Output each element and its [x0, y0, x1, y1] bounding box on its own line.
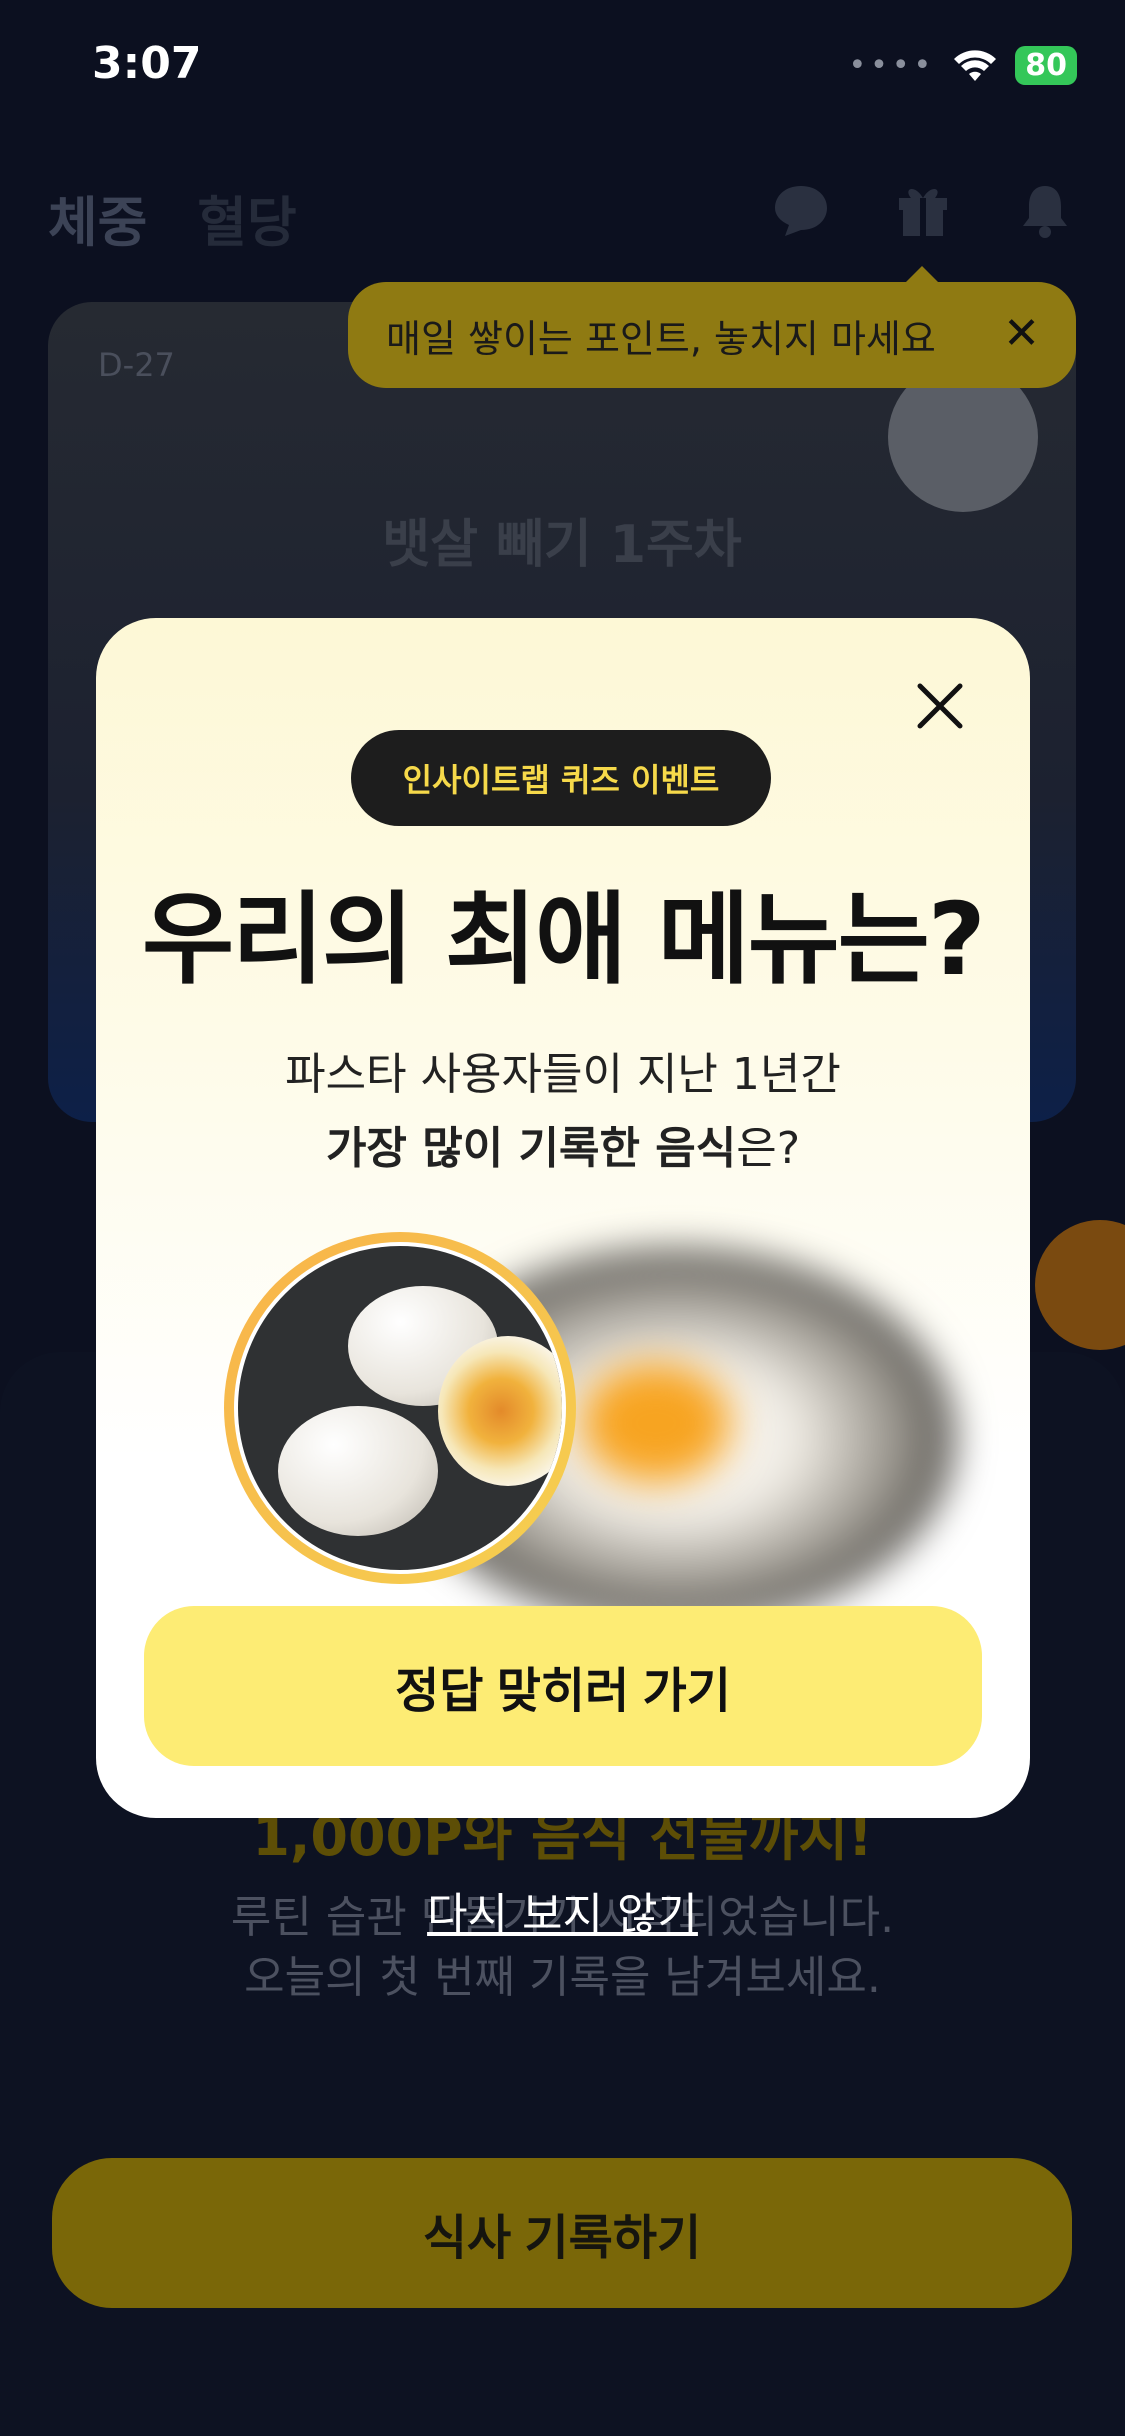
- blurred-yolk: [581, 1363, 731, 1483]
- event-badge: 인사이트랩 퀴즈 이벤트: [351, 730, 771, 826]
- subtitle-bold: 가장 많이 기록한 음식: [325, 1123, 737, 1174]
- modal-subtitle-2: 가장 많이 기록한 음식은?: [96, 1112, 1030, 1176]
- food-carousel[interactable]: [96, 1208, 1030, 1648]
- quiz-event-modal: 인사이트랩 퀴즈 이벤트 우리의 최애 메뉴는? 파스타 사용자들이 지난 1년…: [96, 618, 1030, 1818]
- halved-egg-shape: [438, 1336, 562, 1486]
- egg-photo: [234, 1242, 566, 1574]
- dont-show-again-label: 다시 보지 않기: [427, 1889, 698, 1940]
- egg-shape: [278, 1406, 438, 1536]
- modal-title: 우리의 최애 메뉴는?: [142, 881, 986, 998]
- boiled-egg-image: [224, 1232, 576, 1584]
- dont-show-again-link[interactable]: 다시 보지 않기: [0, 1878, 1125, 1942]
- close-icon[interactable]: [910, 676, 970, 736]
- subtitle-rest: 은?: [736, 1123, 801, 1174]
- answer-quiz-button[interactable]: 정답 맞히러 가기: [144, 1606, 982, 1766]
- modal-subtitle-1: 파스타 사용자들이 지난 1년간: [285, 1049, 841, 1100]
